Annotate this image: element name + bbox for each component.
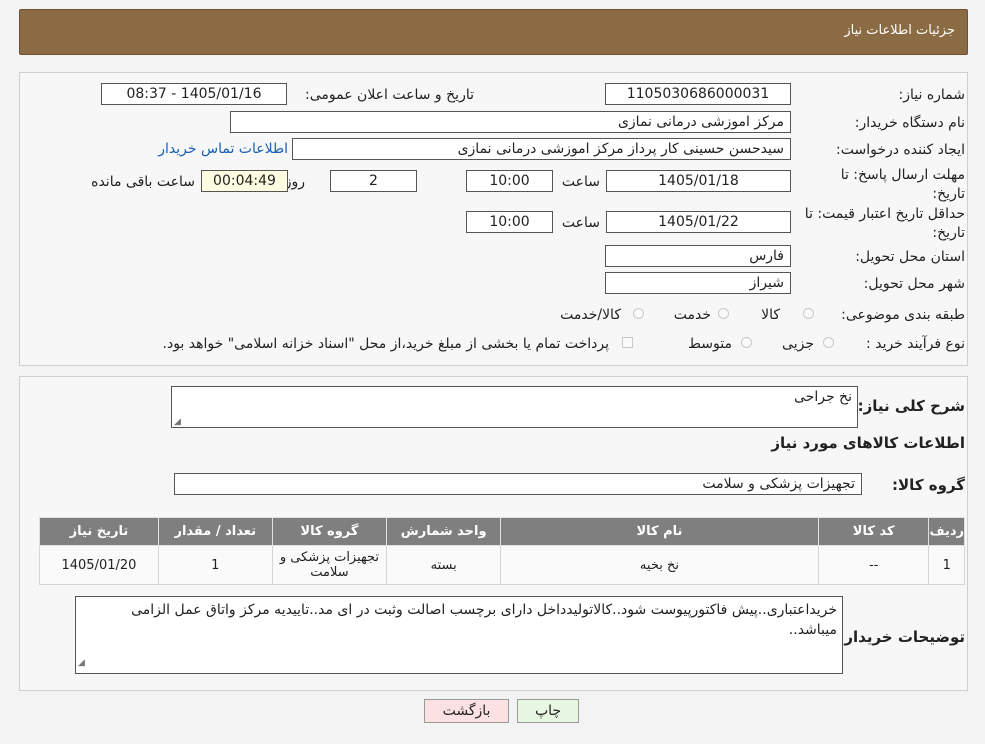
- goods-group-field: تجهیزات پزشکی و سلامت: [174, 473, 862, 495]
- col-need-date: تاریخ نیاز: [39, 517, 159, 546]
- table-header-row: ردیف کد کالا نام کالا واحد شمارش گروه کا…: [39, 517, 965, 546]
- province-field: فارس: [605, 245, 791, 267]
- need-number-field: 1105030686000031: [605, 83, 791, 105]
- category-option-service: خدمت: [673, 307, 711, 323]
- city-label: شهر محل تحویل:: [863, 276, 965, 292]
- cell-row-number: 1: [928, 545, 965, 585]
- days-field: 2: [330, 170, 417, 192]
- category-radio-goods-service[interactable]: [633, 308, 644, 319]
- items-heading: اطلاعات کالاهای مورد نیاز: [771, 434, 965, 452]
- col-item-name: نام کالا: [500, 517, 819, 546]
- buyer-name-field: مرکز اموزشی درمانی نمازی: [230, 111, 791, 133]
- process-type-label: نوع فرآیند خرید :: [866, 336, 965, 352]
- deadline-time-label: ساعت: [561, 174, 600, 190]
- province-label: استان محل تحویل:: [855, 249, 965, 265]
- need-number-label: شماره نیاز:: [898, 87, 966, 103]
- col-quantity: تعداد / مقدار: [157, 517, 273, 546]
- remaining-time-label: ساعت باقی مانده: [91, 174, 195, 190]
- announce-datetime-label: تاریخ و ساعت اعلان عمومی:: [305, 87, 474, 103]
- creator-field: سیدحسن حسینی کار پرداز مرکز اموزشی درمان…: [292, 138, 791, 160]
- city-field: شیراز: [605, 272, 791, 294]
- summary-text: نخ جراحی: [794, 389, 852, 405]
- table-row: 1 -- نخ بخیه بسته تجهیزات پزشکی و سلامت …: [39, 545, 965, 585]
- resize-handle-icon[interactable]: ◢: [78, 653, 85, 673]
- cell-need-date: 1405/01/20: [39, 545, 159, 585]
- process-option-medium: متوسط: [688, 336, 732, 352]
- print-button[interactable]: چاپ: [517, 699, 579, 723]
- cell-quantity: 1: [157, 545, 273, 585]
- deadline-time-field: 10:00: [466, 170, 553, 192]
- buyer-notes-textarea[interactable]: خریداعتباری..پیش فاکتورپیوست شود..کالاتو…: [75, 596, 843, 674]
- creator-label: ایجاد کننده درخواست:: [836, 142, 965, 158]
- cell-goods-group: تجهیزات پزشکی و سلامت: [271, 545, 388, 585]
- category-radio-goods[interactable]: [803, 308, 814, 319]
- deadline-date-field: 1405/01/18: [606, 170, 791, 192]
- cell-item-code: --: [817, 545, 930, 585]
- goods-group-label: گروه کالا:: [892, 476, 965, 494]
- treasury-payment-note: پرداخت تمام یا بخشی از مبلغ خرید،از محل …: [162, 336, 609, 352]
- col-item-code: کد کالا: [817, 517, 930, 546]
- process-radio-medium[interactable]: [741, 337, 752, 348]
- buyer-notes-label: توضیحات خریدار:: [838, 628, 965, 646]
- deadline-label: مهلت ارسال پاسخ: تا تاریخ:: [840, 167, 965, 202]
- items-table: ردیف کد کالا نام کالا واحد شمارش گروه کا…: [39, 517, 965, 585]
- summary-label: شرح کلی نیاز:: [857, 397, 965, 415]
- buyer-notes-text: خریداعتباری..پیش فاکتورپیوست شود..کالاتو…: [131, 602, 837, 638]
- page-header: جزئیات اطلاعات نیاز: [19, 9, 968, 55]
- buyer-contact-link[interactable]: اطلاعات تماس خریدار: [158, 141, 288, 157]
- back-button[interactable]: بازگشت: [424, 699, 509, 723]
- category-label: طبقه بندی موضوعی:: [841, 307, 965, 323]
- category-radio-service[interactable]: [718, 308, 729, 319]
- treasury-payment-checkbox[interactable]: [622, 337, 633, 348]
- price-validity-label: حداقل تاریخ اعتبار قیمت: تا تاریخ:: [804, 206, 965, 241]
- category-option-goods-service: کالا/خدمت: [560, 307, 621, 323]
- process-radio-partial[interactable]: [823, 337, 834, 348]
- summary-textarea[interactable]: نخ جراحی ◢: [171, 386, 858, 428]
- announce-datetime-field: 1405/01/16 - 08:37: [101, 83, 287, 105]
- price-validity-date-field: 1405/01/22: [606, 211, 791, 233]
- page-title: جزئیات اطلاعات نیاز: [844, 23, 955, 38]
- process-option-partial: جزیی: [782, 336, 814, 352]
- col-unit: واحد شمارش: [386, 517, 502, 546]
- cell-item-name: نخ بخیه: [500, 545, 819, 585]
- price-validity-time-field: 10:00: [466, 211, 553, 233]
- price-validity-time-label: ساعت: [561, 215, 600, 231]
- buyer-name-label: نام دستگاه خریدار:: [854, 115, 965, 131]
- category-option-goods: کالا: [761, 307, 780, 323]
- col-row-number: ردیف: [928, 517, 965, 546]
- remaining-time-field: 00:04:49: [201, 170, 288, 192]
- col-goods-group: گروه کالا: [271, 517, 388, 546]
- resize-handle-icon[interactable]: ◢: [174, 417, 181, 427]
- cell-unit: بسته: [386, 545, 502, 585]
